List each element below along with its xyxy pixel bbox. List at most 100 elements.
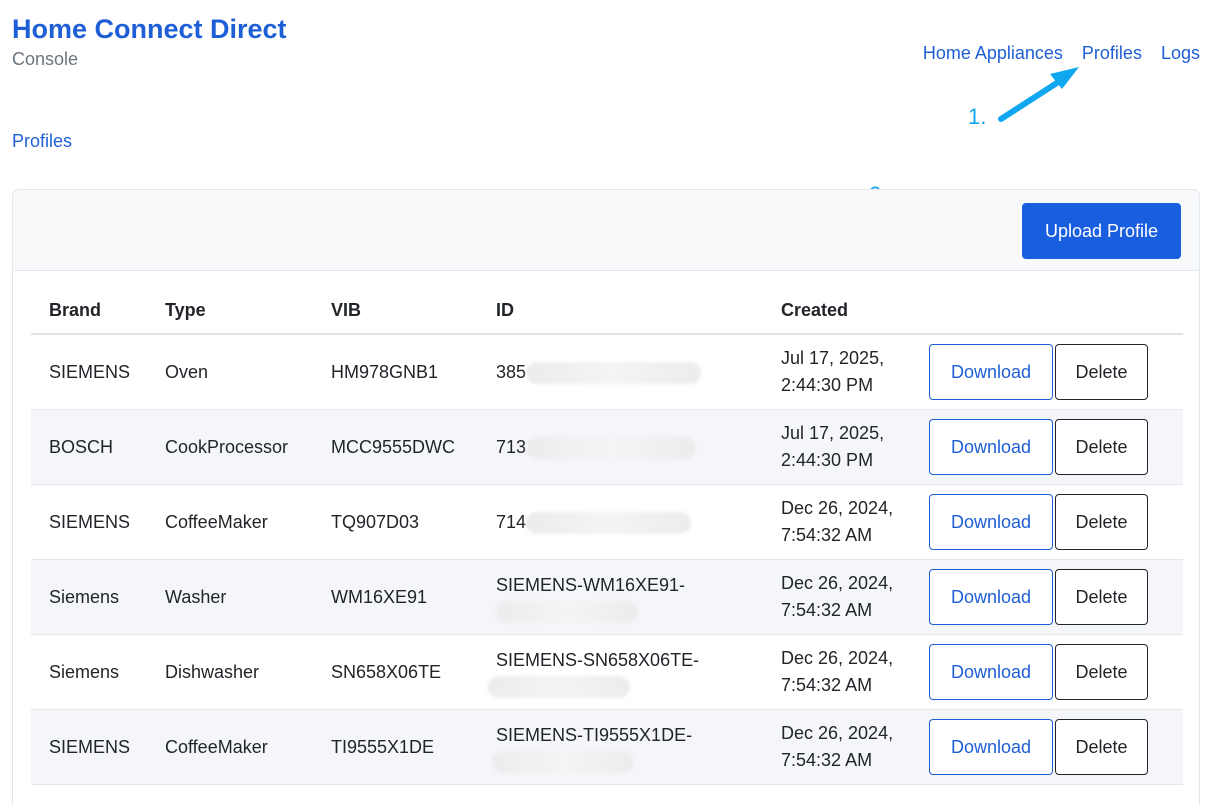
app-subtitle: Console (12, 49, 79, 69)
download-button[interactable]: Download (929, 644, 1053, 700)
delete-button[interactable]: Delete (1055, 344, 1148, 400)
delete-button[interactable]: Delete (1055, 644, 1148, 700)
cell-type: Oven (147, 334, 313, 410)
profiles-table: Brand Type VIB ID Created SIEMENS Oven H… (31, 287, 1183, 785)
cell-brand: SIEMENS (31, 334, 147, 410)
created-time: 7:54:32 AM (781, 525, 873, 545)
cell-type: CoffeeMaker (147, 484, 313, 560)
table-row: Siemens Washer WM16XE91 SIEMENS-WM16XE91… (31, 559, 1183, 635)
cell-brand: SIEMENS (31, 709, 147, 785)
id-visible: 385 (496, 361, 527, 382)
id-redacted (488, 675, 630, 698)
cell-created: Jul 17, 2025, 2:44:30 PM (763, 334, 924, 410)
created-date: Jul 17, 2025, (781, 423, 885, 443)
id-visible: SIEMENS-SN658X06TE- (496, 649, 700, 670)
table-row: SIEMENS CoffeeMaker TQ907D03 714 Dec 26,… (31, 484, 1183, 560)
id-redacted (526, 436, 697, 459)
cell-vib: TQ907D03 (313, 484, 478, 560)
col-id: ID (478, 287, 763, 335)
col-type: Type (147, 287, 313, 335)
cell-vib: SN658X06TE (313, 634, 478, 710)
cell-actions: Download Delete (924, 334, 1183, 410)
created-time: 2:44:30 PM (781, 375, 874, 395)
id-redacted (526, 361, 702, 384)
table-body: SIEMENS Oven HM978GNB1 385 Jul 17, 2025,… (31, 334, 1183, 785)
created-time: 2:44:30 PM (781, 450, 874, 470)
profiles-card: Upload Profile Brand Type VIB ID Created… (12, 189, 1200, 805)
col-brand: Brand (31, 287, 147, 335)
col-actions (924, 287, 1183, 335)
cell-created: Dec 26, 2024, 7:54:32 AM (763, 634, 924, 710)
id-redacted (496, 600, 638, 623)
download-button[interactable]: Download (929, 419, 1053, 475)
created-date: Dec 26, 2024, (781, 573, 894, 593)
id-visible: SIEMENS-WM16XE91- (496, 574, 686, 595)
app-title[interactable]: Home Connect Direct (12, 12, 287, 46)
created-date: Dec 26, 2024, (781, 723, 894, 743)
delete-button[interactable]: Delete (1055, 719, 1148, 775)
table-row: SIEMENS Oven HM978GNB1 385 Jul 17, 2025,… (31, 334, 1183, 410)
cell-vib: WM16XE91 (313, 559, 478, 635)
cell-brand: Siemens (31, 634, 147, 710)
arrow-icon-step1 (998, 76, 1066, 122)
cell-vib: TI9555X1DE (313, 709, 478, 785)
created-time: 7:54:32 AM (781, 750, 873, 770)
cell-vib: HM978GNB1 (313, 334, 478, 410)
annotation-step1: 1. (968, 104, 987, 129)
created-time: 7:54:32 AM (781, 675, 873, 695)
nav-home-appliances[interactable]: Home Appliances (923, 40, 1063, 66)
cell-type: CoffeeMaker (147, 709, 313, 785)
download-button[interactable]: Download (929, 344, 1053, 400)
cell-brand: BOSCH (31, 409, 147, 485)
cell-type: Washer (147, 559, 313, 635)
cell-id: SIEMENS-WM16XE91- (478, 559, 763, 635)
nav-profiles[interactable]: Profiles (1082, 40, 1142, 66)
col-created: Created (763, 287, 924, 335)
delete-button[interactable]: Delete (1055, 569, 1148, 625)
cell-created: Dec 26, 2024, 7:54:32 AM (763, 709, 924, 785)
cell-type: CookProcessor (147, 409, 313, 485)
nav-logs[interactable]: Logs (1161, 40, 1200, 66)
delete-button[interactable]: Delete (1055, 494, 1148, 550)
created-time: 7:54:32 AM (781, 600, 873, 620)
cell-actions: Download Delete (924, 409, 1183, 485)
download-button[interactable]: Download (929, 719, 1053, 775)
table-row: Siemens Dishwasher SN658X06TE SIEMENS-SN… (31, 634, 1183, 710)
table-header-row: Brand Type VIB ID Created (31, 287, 1183, 335)
cell-vib: MCC9555DWC (313, 409, 478, 485)
created-date: Dec 26, 2024, (781, 498, 894, 518)
id-redacted (492, 750, 634, 773)
cell-type: Dishwasher (147, 634, 313, 710)
cell-brand: SIEMENS (31, 484, 147, 560)
card-header: Upload Profile (13, 190, 1199, 271)
cell-created: Jul 17, 2025, 2:44:30 PM (763, 409, 924, 485)
cell-id: 385 (478, 334, 763, 410)
table-row: BOSCH CookProcessor MCC9555DWC 713 Jul 1… (31, 409, 1183, 485)
app-brand: Home Connect Direct Console (12, 12, 287, 71)
upload-profile-button[interactable]: Upload Profile (1022, 203, 1181, 259)
delete-button[interactable]: Delete (1055, 419, 1148, 475)
top-nav: Home Appliances Profiles Logs (923, 40, 1200, 66)
download-button[interactable]: Download (929, 494, 1053, 550)
created-date: Jul 17, 2025, (781, 348, 885, 368)
cell-actions: Download Delete (924, 484, 1183, 560)
id-visible: 714 (496, 511, 527, 532)
breadcrumb[interactable]: Profiles (12, 128, 72, 154)
cell-actions: Download Delete (924, 634, 1183, 710)
id-visible: 713 (496, 436, 527, 457)
cell-created: Dec 26, 2024, 7:54:32 AM (763, 559, 924, 635)
cell-id: SIEMENS-TI9555X1DE- (478, 709, 763, 785)
id-redacted (526, 511, 692, 534)
cell-id: SIEMENS-SN658X06TE- (478, 634, 763, 710)
created-date: Dec 26, 2024, (781, 648, 894, 668)
cell-actions: Download Delete (924, 559, 1183, 635)
console-page: Home Connect Direct Console Home Applian… (0, 0, 1221, 805)
cell-brand: Siemens (31, 559, 147, 635)
download-button[interactable]: Download (929, 569, 1053, 625)
cell-actions: Download Delete (924, 709, 1183, 785)
cell-created: Dec 26, 2024, 7:54:32 AM (763, 484, 924, 560)
cell-id: 714 (478, 484, 763, 560)
table-row: SIEMENS CoffeeMaker TI9555X1DE SIEMENS-T… (31, 709, 1183, 785)
cell-id: 713 (478, 409, 763, 485)
id-visible: SIEMENS-TI9555X1DE- (496, 724, 693, 745)
